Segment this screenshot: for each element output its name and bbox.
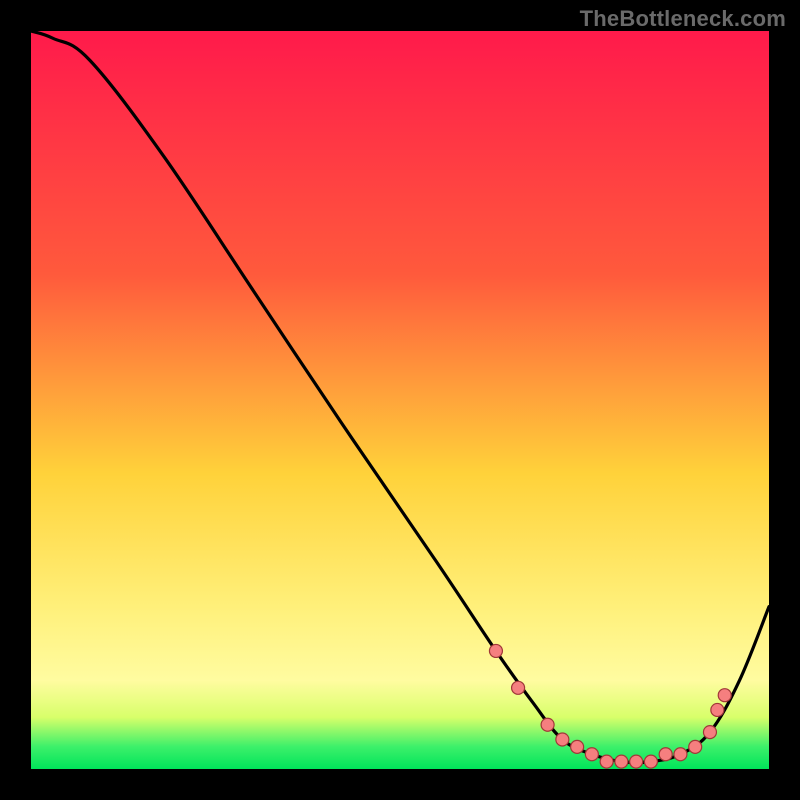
watermark-label: TheBottleneck.com [580, 6, 786, 32]
chart-frame: TheBottleneck.com [0, 0, 800, 800]
plot-area [31, 31, 769, 769]
